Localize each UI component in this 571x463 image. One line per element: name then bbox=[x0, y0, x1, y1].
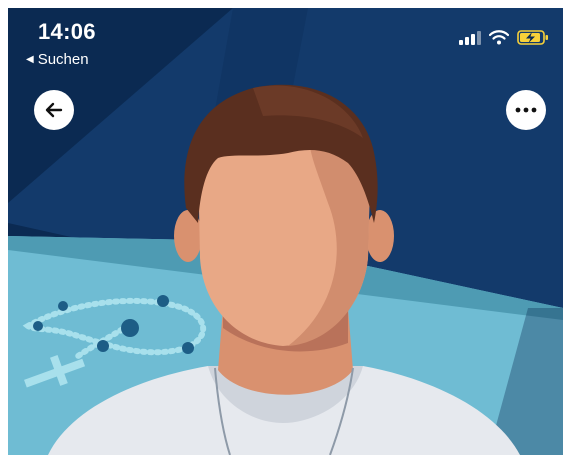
status-bar: 14:06 ◀ Suchen bbox=[8, 8, 563, 78]
cellular-signal-icon bbox=[459, 30, 481, 45]
battery-charging-icon bbox=[517, 30, 548, 45]
more-horizontal-icon bbox=[515, 107, 537, 113]
back-button[interactable] bbox=[34, 90, 74, 130]
arrow-left-icon bbox=[45, 102, 63, 118]
back-to-app-link[interactable]: ◀ Suchen bbox=[26, 51, 89, 68]
back-triangle-icon: ◀ bbox=[26, 53, 34, 65]
app-screen: 14:06 ◀ Suchen bbox=[8, 8, 563, 455]
back-to-app-label: Suchen bbox=[37, 51, 89, 68]
status-icons bbox=[459, 30, 549, 45]
wifi-icon bbox=[489, 30, 509, 45]
more-options-button[interactable] bbox=[506, 90, 546, 130]
status-time: 14:06 bbox=[38, 19, 96, 44]
